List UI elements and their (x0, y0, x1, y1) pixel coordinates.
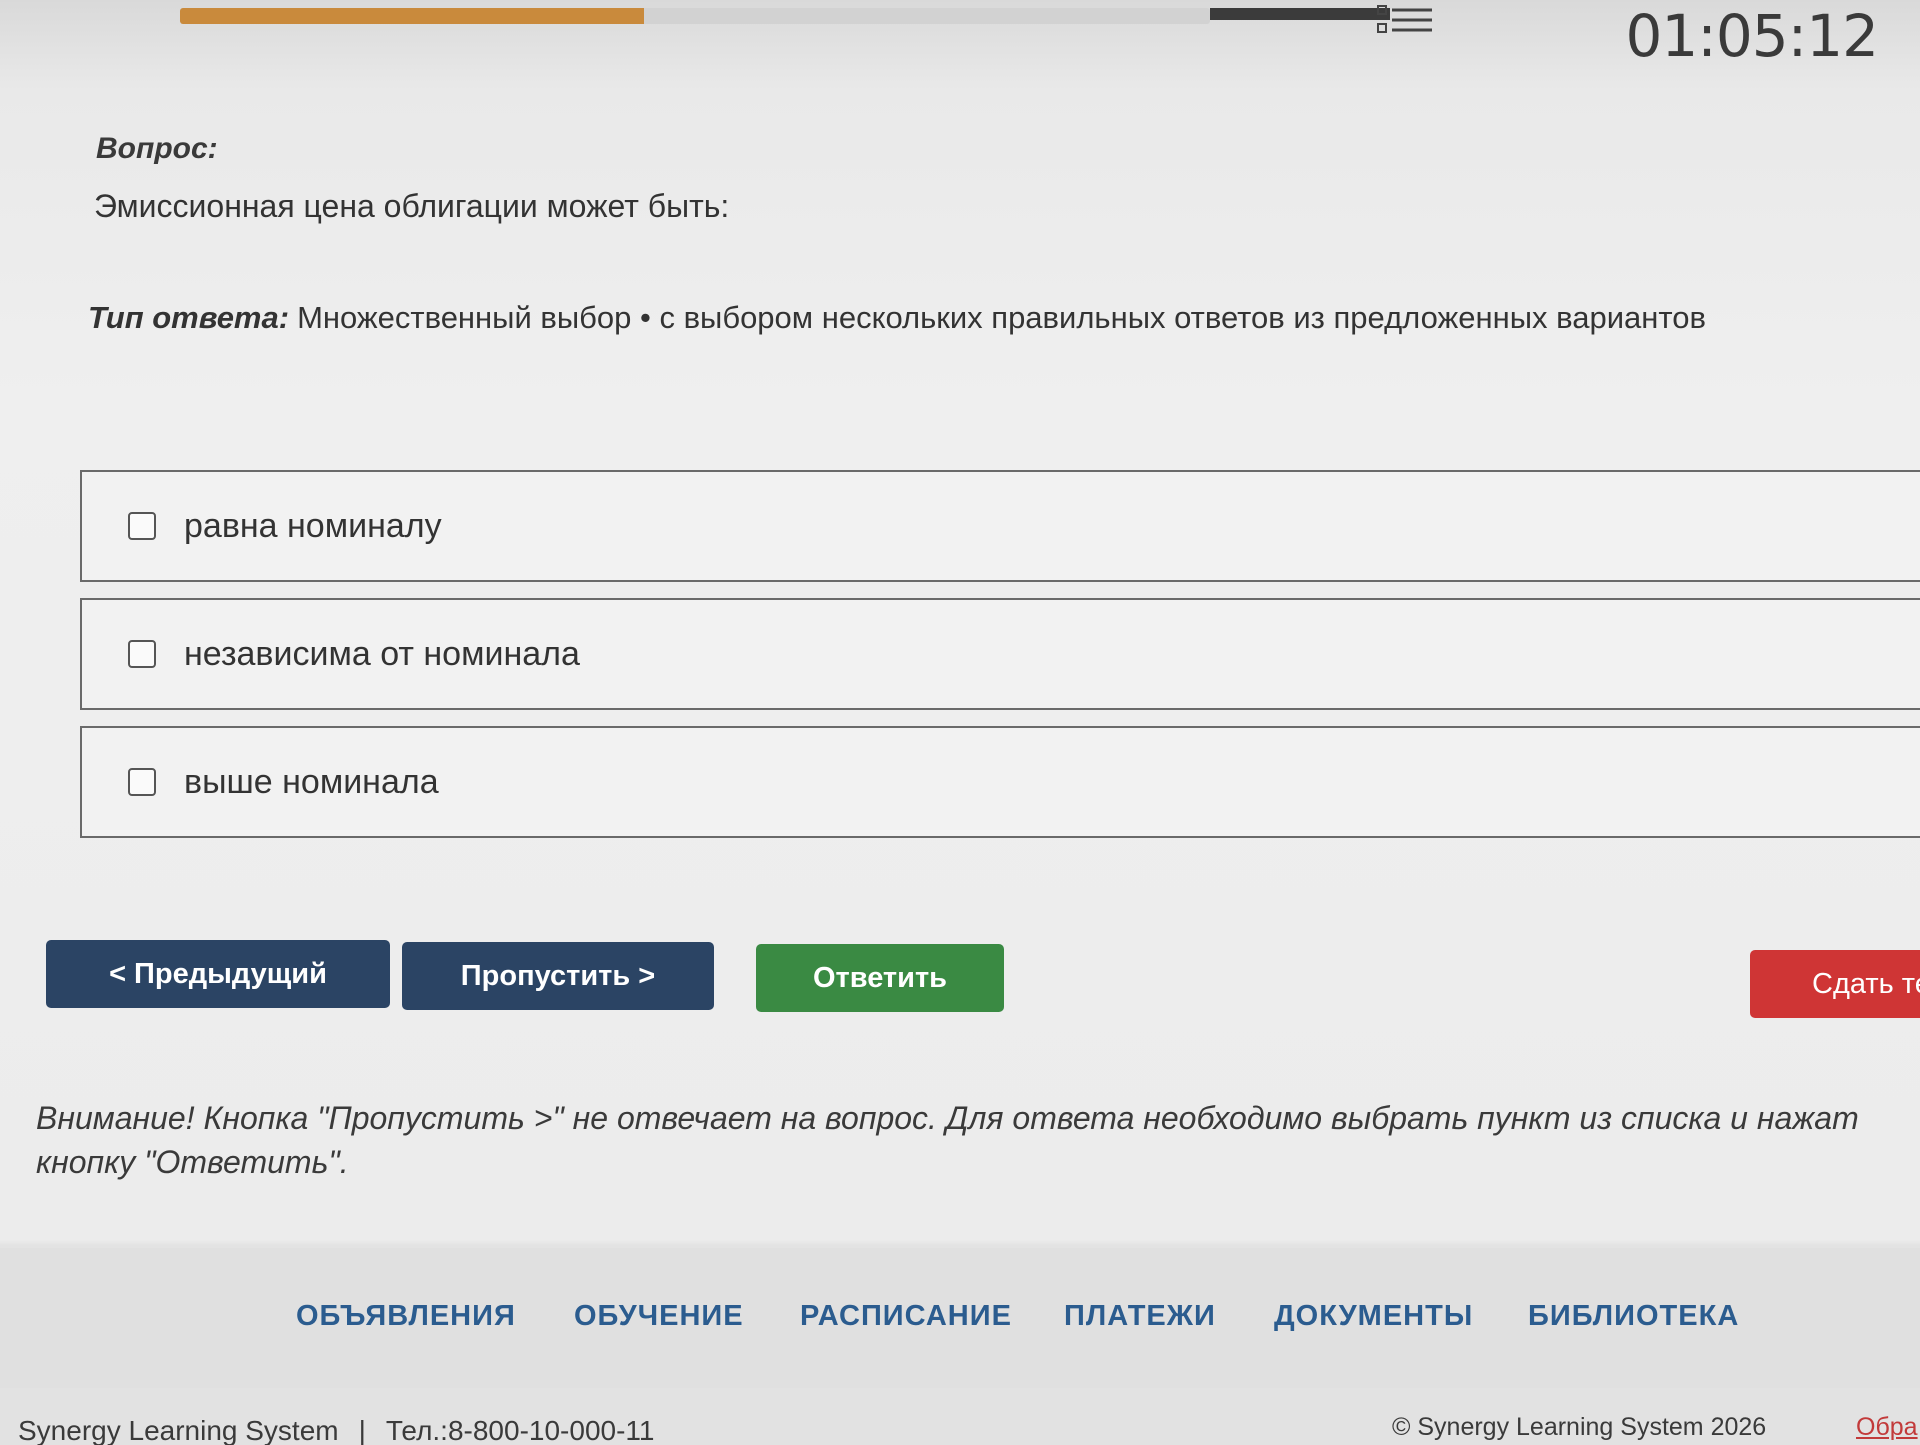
answer-option-label: независима от номинала (184, 634, 580, 673)
checkbox[interactable] (128, 512, 156, 540)
footer-org: Synergy Learning System (18, 1415, 339, 1445)
footer-separator: | (358, 1415, 366, 1445)
top-bar: 01:05:12 (0, 0, 1920, 80)
footer-link[interactable]: Обра (1856, 1413, 1918, 1442)
footer-copyright: © Synergy Learning System 2026 (1392, 1413, 1767, 1441)
answer-option[interactable]: выше номинала (80, 726, 1920, 838)
answer-option-label: равна номиналу (184, 506, 442, 545)
footer: Synergy Learning System | Тел.:8-800-10-00… (0, 1405, 1920, 1445)
nav-item-documents[interactable]: ДОКУМЕНТЫ (1274, 1300, 1473, 1333)
submit-test-button[interactable]: Сдать те (1750, 950, 1920, 1018)
nav-item-payments[interactable]: ПЛАТЕЖИ (1064, 1300, 1216, 1333)
nav-item-schedule[interactable]: РАСПИСАНИЕ (800, 1300, 1012, 1333)
answer-type: Тип ответа: Множественный выбор • с выбор… (88, 300, 1706, 336)
answer-options: равна номиналу независима от номинала вы… (80, 470, 1920, 854)
question-list-icon[interactable] (1376, 0, 1436, 44)
footer-contacts: Synergy Learning System | Тел.:8-800-10-00… (18, 1415, 654, 1445)
answer-type-label: Тип ответа: (88, 300, 290, 335)
question-label: Вопрос: (96, 132, 218, 165)
answer-option[interactable]: независима от номинала (80, 598, 1920, 710)
previous-button[interactable]: < Предыдущий (46, 940, 390, 1008)
checkbox[interactable] (128, 768, 156, 796)
nav-item-learning[interactable]: ОБУЧЕНИЕ (574, 1300, 744, 1333)
main-nav: ОБЪЯВЛЕНИЯ ОБУЧЕНИЕ РАСПИСАНИЕ ПЛАТЕЖИ Д… (0, 1248, 1920, 1388)
skip-warning: Внимание! Кнопка "Пропустить >" не отвеч… (36, 1100, 1859, 1180)
progress-marker (1210, 8, 1390, 20)
page: 01:05:12 Вопрос: Эмиссионная цена облига… (0, 0, 1920, 1445)
footer-phone: Тел.:8-800-10-000-11 (385, 1415, 655, 1445)
answer-option-label: выше номинала (184, 762, 439, 801)
answer-option[interactable]: равна номиналу (80, 470, 1920, 582)
answer-button[interactable]: Ответить (756, 944, 1004, 1012)
checkbox[interactable] (128, 640, 156, 668)
skip-button[interactable]: Пропустить > (402, 942, 714, 1010)
nav-item-library[interactable]: БИБЛИОТЕКА (1528, 1300, 1739, 1333)
timer: 01:05:12 (1625, 2, 1879, 70)
test-progress-fill (180, 8, 644, 24)
question-text: Эмиссионная цена облигации может быть: (94, 188, 730, 224)
answer-type-text: Множественный выбор • с выбором нескольк… (297, 300, 1706, 335)
test-progress-bar (180, 8, 1390, 24)
nav-item-announcements[interactable]: ОБЪЯВЛЕНИЯ (296, 1300, 516, 1333)
